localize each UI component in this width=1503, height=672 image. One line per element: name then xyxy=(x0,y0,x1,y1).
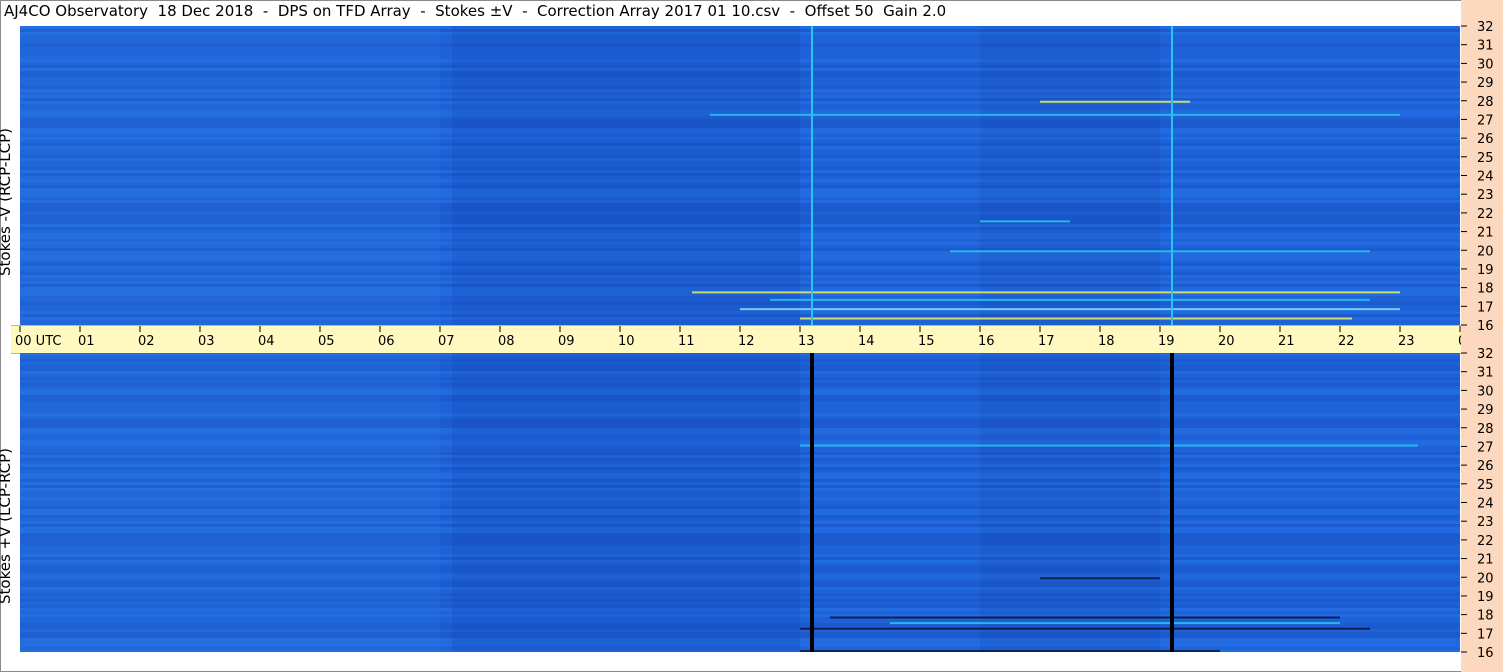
freq-tick-label: 22 xyxy=(1477,534,1494,549)
time-tick-label: 16 xyxy=(978,334,995,349)
rfi-line xyxy=(770,298,1370,301)
dark-region xyxy=(980,26,1160,325)
freq-tick-label: 24 xyxy=(1477,497,1494,512)
rfi-line xyxy=(950,250,1370,253)
time-tick-label: 20 xyxy=(1218,334,1235,349)
time-tick-label: 04 xyxy=(258,334,275,349)
freq-tick-label: 30 xyxy=(1477,57,1494,72)
dark-region xyxy=(452,26,800,325)
rfi-line xyxy=(740,308,1400,311)
light-region xyxy=(20,353,440,652)
gap-marker xyxy=(1170,353,1174,652)
top-spectrogram xyxy=(20,26,1460,325)
freq-tick-label: 22 xyxy=(1477,207,1494,222)
time-tick-label: 11 xyxy=(678,334,695,349)
freq-tick-label: 25 xyxy=(1477,478,1494,493)
time-tick-label: 14 xyxy=(858,334,875,349)
freq-tick-label: 31 xyxy=(1477,39,1494,54)
rfi-line xyxy=(800,650,1220,652)
freq-tick-label: 32 xyxy=(1477,347,1494,362)
rfi-line xyxy=(710,113,1400,116)
time-tick-label: 21 xyxy=(1278,334,1295,349)
top-y-axis-label: Stokes -V (RCP-LCP) xyxy=(0,128,14,276)
freq-tick-label: 30 xyxy=(1477,384,1494,399)
freq-tick-label: 21 xyxy=(1477,226,1494,241)
freq-tick-label: 29 xyxy=(1477,403,1494,418)
rfi-line xyxy=(800,627,1370,630)
freq-tick-label: 19 xyxy=(1477,263,1494,278)
freq-tick-label: 28 xyxy=(1477,95,1494,110)
time-tick-label: 07 xyxy=(438,334,455,349)
freq-tick-label: 27 xyxy=(1477,113,1494,128)
freq-tick-label: 26 xyxy=(1477,132,1494,147)
dark-region xyxy=(452,353,800,652)
rfi-line xyxy=(830,616,1340,619)
freq-tick-label: 17 xyxy=(1477,300,1494,315)
bottom-spectrogram-canvas xyxy=(20,353,1460,652)
rfi-line xyxy=(800,444,1418,447)
freq-tick-label: 31 xyxy=(1477,366,1494,381)
gap-marker xyxy=(1171,26,1173,325)
time-tick-label: 08 xyxy=(498,334,515,349)
time-tick-label: 05 xyxy=(318,334,335,349)
freq-tick-label: 23 xyxy=(1477,515,1494,530)
freq-tick-label: 18 xyxy=(1477,282,1494,297)
rfi-line xyxy=(1040,100,1190,103)
top-spectrogram-canvas xyxy=(20,26,1460,325)
time-axis-ticks: 00 UTC 01 02 03 04 05 06 07 08 09 10 11 12 13 14 15 16 17… xyxy=(15,326,1471,349)
frequency-axis: 32 31 30 29 28 27 26 25 24 23 22 21 20 19 18 17 16 32 31 30… xyxy=(1461,0,1503,672)
freq-tick-label: 32 xyxy=(1477,20,1494,35)
gap-marker xyxy=(810,353,814,652)
time-tick-label: 17 xyxy=(1038,334,1055,349)
time-tick-label: 15 xyxy=(918,334,935,349)
freq-tick-label: 27 xyxy=(1477,440,1494,455)
rfi-line xyxy=(1040,577,1160,580)
freq-tick-label: 17 xyxy=(1477,627,1494,642)
rfi-line xyxy=(980,220,1070,223)
time-tick-label: 19 xyxy=(1158,334,1175,349)
freq-tick-label: 21 xyxy=(1477,553,1494,568)
time-tick-label: 06 xyxy=(378,334,395,349)
time-tick-label: 03 xyxy=(198,334,215,349)
time-tick-label: 10 xyxy=(618,334,635,349)
time-tick-label: 02 xyxy=(138,334,155,349)
bottom-y-axis-label: Stokes +V (LCP-RCP) xyxy=(0,448,14,604)
freq-tick-label: 19 xyxy=(1477,590,1494,605)
time-tick-label: 18 xyxy=(1098,334,1115,349)
rfi-line xyxy=(890,622,1340,625)
freq-tick-label: 16 xyxy=(1477,319,1494,334)
time-tick-label: 00 UTC xyxy=(15,334,61,349)
time-tick-label: 23 xyxy=(1398,334,1415,349)
freq-tick-label: 23 xyxy=(1477,188,1494,203)
freq-tick-label: 16 xyxy=(1477,646,1494,661)
rfi-line xyxy=(800,317,1352,320)
time-tick-label: 09 xyxy=(558,334,575,349)
time-axis: 00 UTC 01 02 03 04 05 06 07 08 09 10 11 12 13 14 15 16 17… xyxy=(11,325,1471,354)
time-tick-label: 13 xyxy=(798,334,815,349)
gap-marker xyxy=(811,26,813,325)
frequency-axis-ticks: 32 31 30 29 28 27 26 25 24 23 22 21 20 19 18 17 16 32 31 30… xyxy=(1461,20,1494,661)
freq-tick-label: 20 xyxy=(1477,244,1494,259)
freq-tick-label: 24 xyxy=(1477,170,1494,185)
freq-tick-label: 18 xyxy=(1477,609,1494,624)
light-region xyxy=(20,26,440,325)
bottom-spectrogram xyxy=(20,353,1460,652)
freq-tick-label: 20 xyxy=(1477,571,1494,586)
freq-tick-label: 28 xyxy=(1477,422,1494,437)
freq-tick-label: 29 xyxy=(1477,76,1494,91)
time-tick-label: 01 xyxy=(78,334,95,349)
freq-tick-label: 25 xyxy=(1477,151,1494,166)
chart-title: AJ4CO Observatory 18 Dec 2018 - DPS on T… xyxy=(4,2,947,20)
dark-region xyxy=(980,353,1160,652)
rfi-line xyxy=(692,291,1400,294)
time-tick-label: 22 xyxy=(1338,334,1355,349)
time-tick-label: 12 xyxy=(738,334,755,349)
freq-tick-label: 26 xyxy=(1477,459,1494,474)
